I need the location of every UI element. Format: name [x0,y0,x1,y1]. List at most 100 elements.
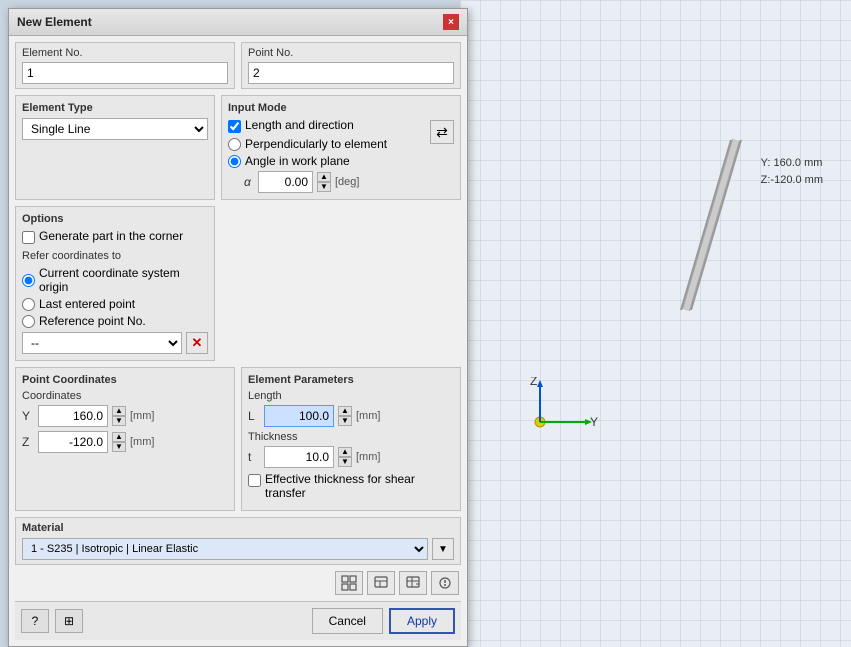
z-coord-input[interactable] [38,431,108,453]
coordinates-label: Coordinates [22,390,228,402]
l-input[interactable] [264,405,334,427]
l-row: L ▲ ▼ [mm] [248,405,454,427]
y-spin-up[interactable]: ▲ [112,406,126,416]
toolbar-btn1[interactable] [335,571,363,595]
axis-indicator: Y Z [520,377,600,452]
y-spinner: ▲ ▼ [112,406,126,426]
alpha-spin-down[interactable]: ▼ [317,182,331,192]
ref-dropdown-row: -- ✕ [22,332,208,354]
angle-row: Angle in work plane [228,154,426,168]
effective-thickness-label: Effective thickness for shear transfer [265,472,454,500]
toolbar-btn2[interactable] [367,571,395,595]
help-button[interactable]: ? [21,609,49,633]
t-row: t ▲ ▼ [mm] [248,446,454,468]
canvas-area: Y: 160.0 mm Z:-120.0 mm Y Z [460,0,851,647]
y-spin-down[interactable]: ▼ [112,416,126,426]
l-spin-up[interactable]: ▲ [338,406,352,416]
options-row: Options Generate part in the corner Refe… [15,206,461,361]
current-origin-row: Current coordinate system origin [22,266,208,294]
type-mode-row: Element Type Single Line Beam Column Tru… [15,95,461,200]
bottom-sections: Point Coordinates Coordinates Y ▲ ▼ [mm]… [15,367,461,511]
refer-title: Refer coordinates to [22,250,208,262]
point-coords-title: Point Coordinates [22,374,228,386]
cancel-button[interactable]: Cancel [312,608,383,634]
material-expand-button[interactable]: ▼ [432,538,454,560]
generate-corner-row: Generate part in the corner [22,229,208,244]
last-entered-row: Last entered point [22,297,208,311]
toolbar-btn3[interactable] [399,571,427,595]
point-no-label: Point No. [248,47,454,59]
alpha-spinner: ▲ ▼ [317,172,331,192]
element-no-group: Element No. [15,42,235,89]
toolbar-btn4[interactable] [431,571,459,595]
z-spin-down[interactable]: ▼ [112,442,126,452]
material-dropdown-row: 1 - S235 | Isotropic | Linear Elastic ▼ [22,538,454,560]
element-params-title: Element Parameters [248,374,454,386]
input-mode-options: Length and direction Perpendicularly to … [228,118,426,193]
l-label: L [248,409,260,423]
deg-label: [deg] [335,176,359,188]
angle-label: Angle in work plane [245,154,350,168]
footer-icons: ? ⊞ [21,609,83,633]
input-mode-inner: Length and direction Perpendicularly to … [228,118,454,193]
length-direction-label: Length and direction [245,118,354,132]
t-spin-down[interactable]: ▼ [338,457,352,467]
effective-thickness-checkbox[interactable] [248,474,261,487]
z-coord-row: Z ▲ ▼ [mm] [22,431,228,453]
element-no-input[interactable] [22,62,228,84]
perpendicularly-radio[interactable] [228,138,241,151]
perpendicularly-row: Perpendicularly to element [228,137,426,151]
y-coord-row: Y ▲ ▼ [mm] [22,405,228,427]
layout-button[interactable]: ⊞ [55,609,83,633]
reference-point-row: Reference point No. [22,314,208,328]
dialog-footer: ? ⊞ Cancel Apply [15,601,461,640]
effective-thickness-row: Effective thickness for shear transfer [248,472,454,500]
alpha-spin-up[interactable]: ▲ [317,172,331,182]
dialog: New Element × Element No. Point No. Elem… [8,8,468,647]
last-entered-label: Last entered point [39,297,135,311]
t-unit: [mm] [356,451,380,463]
point-no-group: Point No. [241,42,461,89]
point-no-input[interactable] [248,62,454,84]
z-spinner: ▲ ▼ [112,432,126,452]
footer-buttons: Cancel Apply [312,608,455,634]
last-entered-radio[interactable] [22,298,35,311]
thickness-label: Thickness [248,431,454,443]
y-coord-label: Y [22,409,34,423]
y-unit: [mm] [130,410,154,422]
l-unit: [mm] [356,410,380,422]
refer-section: Refer coordinates to Current coordinate … [22,250,208,354]
current-origin-radio[interactable] [22,274,35,287]
dialog-body: Element No. Point No. Element Type Singl… [9,36,467,646]
ref-select[interactable]: -- [22,332,182,354]
generate-corner-checkbox[interactable] [22,231,35,244]
l-spin-down[interactable]: ▼ [338,416,352,426]
t-spin-up[interactable]: ▲ [338,447,352,457]
top-row: Element No. Point No. [15,42,461,89]
angle-radio[interactable] [228,155,241,168]
material-label: Material [22,522,454,534]
options-box: Options Generate part in the corner Refe… [15,206,215,361]
length-direction-checkbox[interactable] [228,120,241,133]
close-button[interactable]: × [443,14,459,30]
apply-button[interactable]: Apply [389,608,455,634]
reference-point-radio[interactable] [22,315,35,328]
reference-point-label: Reference point No. [39,314,146,328]
input-mode-box: Input Mode Length and direction Perpendi… [221,95,461,200]
z-spin-up[interactable]: ▲ [112,432,126,442]
material-section: Material 1 - S235 | Isotropic | Linear E… [15,517,461,565]
element-type-select[interactable]: Single Line Beam Column Truss [22,118,208,140]
coord-display: Y: 160.0 mm Z:-120.0 mm [761,155,823,188]
l-spinner: ▲ ▼ [338,406,352,426]
material-select[interactable]: 1 - S235 | Isotropic | Linear Elastic [22,538,428,560]
swap-button[interactable]: ⇄ [430,120,454,144]
element-shape [671,130,751,330]
t-input[interactable] [264,446,334,468]
alpha-input[interactable] [258,171,313,193]
y-coord-input[interactable] [38,405,108,427]
toolbar-row [15,571,461,595]
t-label: t [248,450,260,464]
alpha-row: α ▲ ▼ [deg] [244,171,426,193]
svg-text:Z: Z [530,377,537,388]
red-x-button[interactable]: ✕ [186,332,208,354]
